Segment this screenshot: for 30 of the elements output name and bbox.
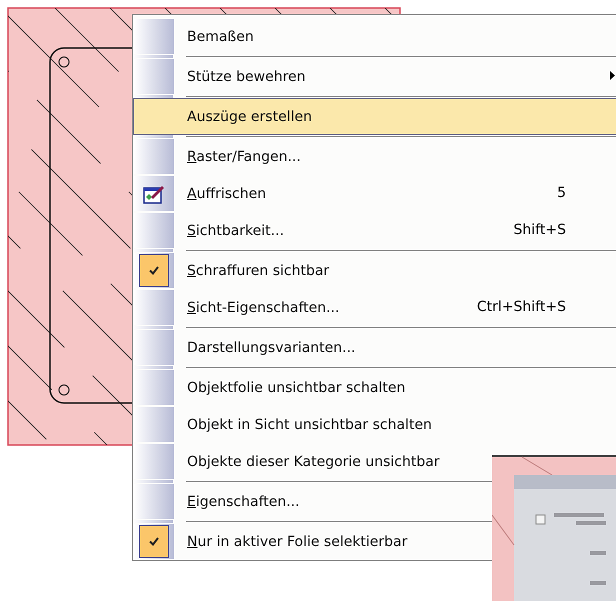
menu-item[interactable]: Darstellungsvarianten...	[133, 329, 616, 366]
menu-item[interactable]: Eigenschaften...	[133, 483, 616, 520]
shortcut-label: Ctrl+Shift+S	[476, 299, 566, 315]
paintbrush-window-icon	[143, 184, 165, 204]
menu-item-label: Nur in aktiver Folie selektierbar	[187, 534, 408, 550]
menu-item-label: Eigenschaften...	[187, 494, 300, 510]
menu-item[interactable]: Objekt in Sicht unsichtbar schalten	[133, 406, 616, 443]
menu-item-label: Bemaßen	[187, 28, 254, 44]
menu-item-label: Raster/Fangen...	[187, 148, 301, 164]
menu-item[interactable]: Raster/Fangen...	[133, 138, 616, 175]
menu-item-label: Objekt in Sicht unsichtbar schalten	[187, 416, 432, 432]
menu-item[interactable]: Auszüge erstellen	[133, 98, 616, 135]
menu-item-label: Objekte dieser Kategorie unsichtbar	[187, 454, 440, 470]
menu-item[interactable]: Nur in aktiver Folie selektierbar	[133, 523, 616, 560]
menu-item-label: Stütze bewehren	[187, 68, 306, 84]
menu-item[interactable]: Objekte dieser Kategorie unsichtbar	[133, 443, 616, 480]
shortcut-label: 5	[557, 185, 566, 201]
menu-item-label: Sicht-Eigenschaften...	[187, 300, 340, 316]
menu-item-label: Darstellungsvarianten...	[187, 340, 356, 356]
menu-item-label: Sichtbarkeit...	[187, 222, 284, 238]
menu-item-label: Schraffuren sichtbar	[187, 262, 330, 278]
shortcut-label: Shift+S	[514, 222, 566, 238]
menu-item-label: Objektfolie unsichtbar schalten	[187, 380, 406, 396]
submenu-arrow-icon	[610, 71, 615, 80]
menu-item[interactable]: Stütze bewehren	[133, 58, 616, 95]
menu-item-label: Auffrischen	[187, 186, 266, 202]
menu-item[interactable]: Bemaßen	[133, 18, 616, 55]
menu-item[interactable]: Objektfolie unsichtbar schalten	[133, 369, 616, 406]
menu-item[interactable]: Schraffuren sichtbar	[133, 252, 616, 289]
menu-item-label: Auszüge erstellen	[187, 108, 312, 124]
